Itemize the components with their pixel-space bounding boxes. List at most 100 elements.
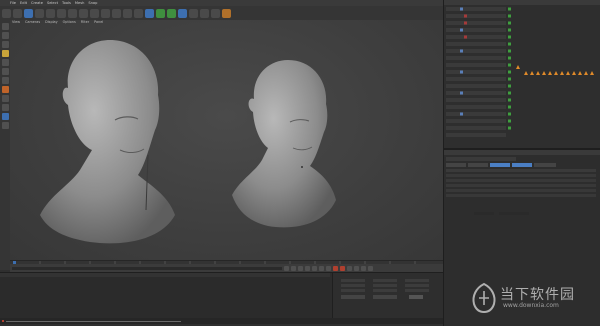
section-header [446,169,596,172]
status-icon [2,320,4,322]
size-z-field[interactable] [373,289,397,292]
nurbs-icon[interactable] [167,8,176,18]
move-icon[interactable] [35,8,44,18]
x-axis-icon[interactable] [68,8,77,18]
material-manager[interactable] [0,273,330,319]
workplane-icon[interactable] [1,50,9,57]
object-mode-dropdown[interactable] [341,295,365,299]
keyframe-selection-icon[interactable] [347,265,352,271]
key-scale-icon[interactable] [361,265,366,271]
menu-select[interactable]: Select [47,1,58,5]
position-z-field[interactable] [341,289,365,292]
head-model-left[interactable] [40,40,175,244]
playback-controls [10,264,443,272]
property-row [446,189,596,192]
autokey-icon[interactable] [340,265,345,271]
status-bar [0,318,443,324]
property-row [446,194,596,197]
tab-phong[interactable] [534,163,556,167]
tweak-icon[interactable] [1,95,9,102]
watermark: 当下软件园 www.downxia.com [468,280,596,316]
tab-coord[interactable] [468,163,488,167]
play-icon[interactable] [305,265,310,271]
model-mode-icon[interactable] [1,32,9,39]
spline-icon[interactable] [156,8,165,18]
value-field[interactable] [474,212,494,215]
coord-system-icon[interactable] [101,8,110,18]
go-to-end-icon[interactable] [326,265,331,271]
make-editable-icon[interactable] [1,23,9,30]
z-axis-icon[interactable] [90,8,99,18]
left-tool-palette [0,20,10,270]
object-name-field [446,157,516,161]
frame-range-slider[interactable] [12,266,282,270]
size-y-field[interactable] [373,284,397,287]
redo-icon[interactable] [13,8,22,18]
render-view-icon[interactable] [112,8,121,18]
next-key-icon[interactable] [319,265,324,271]
y-axis-icon[interactable] [79,8,88,18]
object-tree[interactable] [444,5,600,148]
head-model-right[interactable] [232,60,336,228]
menu-tools[interactable]: Tools [62,1,71,5]
attribute-manager-menu [444,150,600,155]
go-to-start-icon[interactable] [284,265,289,271]
live-selection-icon[interactable] [24,8,33,18]
scale-icon[interactable] [46,8,55,18]
key-position-icon[interactable] [354,265,359,271]
polygons-mode-icon[interactable] [1,77,9,84]
menu-mesh[interactable]: Mesh [75,1,84,5]
cube-icon[interactable] [145,8,154,18]
menu-edit[interactable]: Edit [20,1,27,5]
rotation-b-field[interactable] [405,289,429,292]
viewport-menu-view[interactable]: View [12,20,20,25]
menu-file[interactable]: File [10,1,16,5]
scene-icon[interactable] [200,8,209,18]
menu-create[interactable]: Create [31,1,43,5]
edges-mode-icon[interactable] [1,68,9,75]
viewport-menu: View Cameras Display Options Filter Pane… [10,20,103,25]
viewport-menu-filter[interactable]: Filter [81,20,89,25]
main-toolbar [0,6,443,20]
points-mode-icon[interactable] [1,59,9,66]
property-row [446,179,596,182]
size-x-field[interactable] [373,279,397,282]
snap-icon[interactable] [1,104,9,111]
position-y-field[interactable] [341,284,365,287]
render-picture-icon[interactable] [123,8,132,18]
key-rotation-icon[interactable] [368,265,373,271]
viewport-menu-display[interactable]: Display [45,20,58,25]
camera-icon[interactable] [211,8,220,18]
value-slider[interactable] [499,212,529,215]
tab-basic[interactable] [446,163,466,167]
menu-snap[interactable]: Snap [88,1,97,5]
rotation-h-field[interactable] [405,279,429,282]
apply-button[interactable] [409,295,423,299]
tab-cache[interactable] [512,163,532,167]
rotation-p-field[interactable] [405,284,429,287]
viewport-menu-options[interactable]: Options [63,20,76,25]
viewport-menu-cameras[interactable]: Cameras [25,20,40,25]
axis-mode-icon[interactable] [1,86,9,93]
3d-viewport[interactable]: View Cameras Display Options Filter Pane… [10,20,443,260]
lock-icon[interactable] [1,122,9,129]
viewport-menu-panel[interactable]: Panel [94,20,103,25]
prev-frame-icon[interactable] [298,265,303,271]
render-settings-icon[interactable] [134,8,143,18]
record-icon[interactable] [333,265,338,271]
next-frame-icon[interactable] [312,265,317,271]
rotate-icon[interactable] [57,8,66,18]
sculpt-icon[interactable] [1,113,9,120]
size-mode-dropdown[interactable] [373,295,397,299]
property-row [446,174,596,177]
watermark-brand-text: 当下软件园 [500,287,575,303]
deformer-icon[interactable] [189,8,198,18]
material-manager-menu [0,273,330,277]
tab-object[interactable] [490,163,510,167]
light-icon[interactable] [222,8,231,18]
position-x-field[interactable] [341,279,365,282]
undo-icon[interactable] [2,8,11,18]
texture-mode-icon[interactable] [1,41,9,48]
array-icon[interactable] [178,8,187,18]
prev-key-icon[interactable] [291,265,296,271]
